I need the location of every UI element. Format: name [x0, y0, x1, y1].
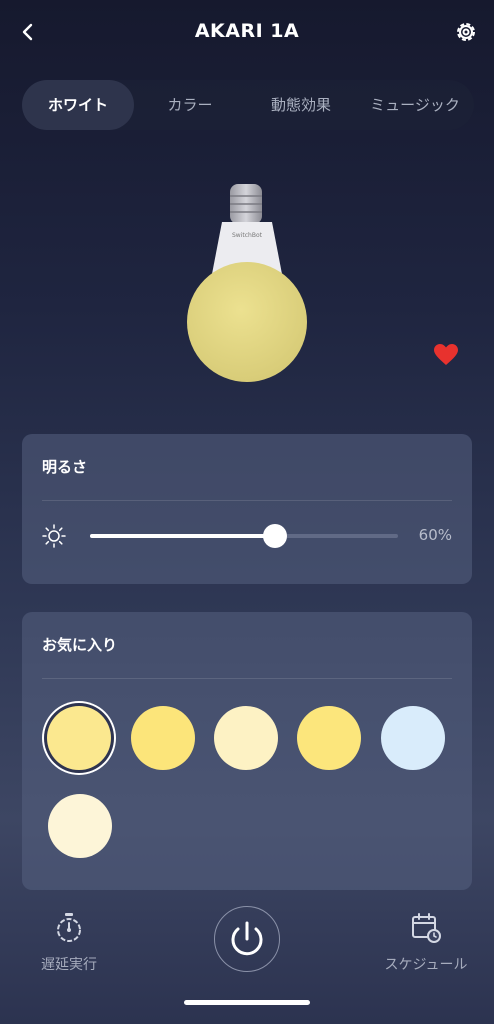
tab-white[interactable]: ホワイト	[22, 80, 134, 130]
favorite-swatch[interactable]	[48, 794, 112, 858]
sun-icon	[42, 524, 66, 548]
gear-icon[interactable]	[452, 18, 480, 46]
mode-tabs: ホワイト カラー 動態効果 ミュージック	[22, 80, 474, 130]
page-title: AKARI 1A	[194, 20, 300, 42]
brightness-slider-fill	[90, 534, 275, 538]
schedule-button[interactable]: スケジュール	[378, 912, 474, 974]
favorites-title: お気に入り	[42, 636, 118, 654]
favorite-swatch[interactable]	[47, 706, 111, 770]
brightness-card: 明るさ	[22, 434, 472, 584]
heart-icon[interactable]	[434, 344, 458, 366]
favorite-swatch[interactable]	[214, 706, 278, 770]
brightness-value: 60%	[418, 526, 452, 544]
calendar-icon	[412, 913, 441, 943]
tab-dynamic-effects[interactable]: 動態効果	[246, 80, 356, 130]
bulb-illustration: SwitchBot	[186, 182, 308, 384]
brightness-slider[interactable]	[90, 524, 398, 548]
brand-label: SwitchBot	[232, 232, 262, 239]
divider	[42, 500, 452, 501]
header-bar: AKARI 1A	[0, 0, 494, 66]
divider	[42, 678, 452, 679]
power-button[interactable]	[214, 906, 280, 972]
schedule-label: スケジュール	[384, 957, 468, 973]
favorite-swatch[interactable]	[381, 706, 445, 770]
home-indicator[interactable]	[184, 1000, 310, 1005]
timer-icon	[57, 913, 81, 942]
power-icon	[231, 921, 263, 956]
brightness-slider-thumb[interactable]	[262, 524, 287, 548]
favorite-swatch[interactable]	[131, 706, 195, 770]
tab-music[interactable]: ミュージック	[356, 80, 474, 130]
brightness-title: 明るさ	[42, 458, 88, 476]
delay-button[interactable]: 遅延実行	[24, 912, 114, 974]
favorite-swatch[interactable]	[297, 706, 361, 770]
tab-color[interactable]: カラー	[134, 80, 246, 130]
delay-label: 遅延実行	[41, 957, 97, 973]
